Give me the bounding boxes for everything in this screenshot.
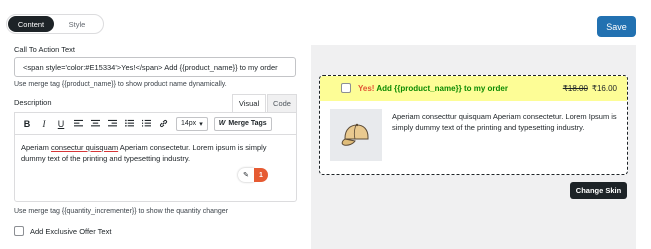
quantity-help: Use merge tag {{quantity_incrementer}} t… [14, 208, 229, 215]
cap-icon [341, 123, 369, 146]
cta-yes: Yes! [358, 84, 375, 93]
link-icon[interactable] [155, 116, 171, 132]
order-bump-header: Yes! Add {{product_name}} to my order ₹1… [320, 76, 627, 101]
merge-tags-logo-icon: W [218, 120, 226, 127]
order-bump-checkbox[interactable] [341, 83, 351, 93]
exclusive-offer-checkbox[interactable] [14, 226, 24, 236]
chevron-down-icon: ▾ [199, 120, 203, 128]
order-bump-cta: Yes! Add {{product_name}} to my order [358, 84, 508, 93]
save-button[interactable]: Save [597, 16, 636, 37]
order-bump-preview: Yes! Add {{product_name}} to my order ₹1… [319, 75, 628, 175]
price-old: ₹18.00 [562, 84, 588, 93]
grammar-count-badge: 1 [254, 168, 268, 182]
preview-panel: Yes! Add {{product_name}} to my order ₹1… [311, 45, 636, 249]
editor-text-underlined: consectur quisquam [51, 143, 119, 152]
tab-style[interactable]: Style [54, 16, 100, 32]
editor-content[interactable]: Aperiam consectur quisquam Aperiam conse… [15, 135, 296, 171]
cta-input[interactable]: <span style='color:#E15334'>Yes!</span> … [14, 57, 296, 77]
bullet-list-icon[interactable] [121, 116, 137, 132]
price-new: ₹16.00 [591, 84, 617, 93]
numbered-list-icon[interactable] [138, 116, 154, 132]
cta-rest: Add {{product_name}} to my order [374, 84, 508, 93]
order-bump-body: Aperiam consecttur quisquam Aperiam cons… [320, 101, 627, 169]
tab-visual[interactable]: Visual [232, 94, 266, 112]
exclusive-offer-label: Add Exclusive Offer Text [30, 227, 112, 236]
editor-text-before: Aperiam [21, 143, 52, 152]
merge-tags-label: Merge Tags [228, 120, 267, 127]
merge-tags-button[interactable]: W Merge Tags [213, 116, 272, 131]
change-skin-button[interactable]: Change Skin [570, 182, 627, 199]
price: ₹18.00 ₹16.00 [563, 84, 617, 93]
view-toggle: Content Style [6, 14, 104, 34]
align-center-icon[interactable] [87, 116, 103, 132]
align-right-icon[interactable] [104, 116, 120, 132]
tab-content[interactable]: Content [8, 16, 54, 32]
cta-help: Use merge tag {{product_name}} to show p… [14, 81, 227, 88]
italic-button[interactable]: I [36, 116, 52, 132]
order-bump-description: Aperiam consecttur quisquam Aperiam cons… [392, 112, 617, 132]
font-size-select[interactable]: 14px ▾ [176, 116, 208, 131]
cta-label: Call To Action Text [14, 45, 76, 54]
description-editor: B I U 14px ▾ W Merge Tags Aperiam consec… [14, 112, 297, 202]
align-left-icon[interactable] [70, 116, 86, 132]
tab-code[interactable]: Code [267, 94, 297, 112]
pen-icon: ✎ [238, 168, 254, 182]
underline-button[interactable]: U [53, 116, 69, 132]
bold-button[interactable]: B [19, 116, 35, 132]
grammar-widget[interactable]: ✎ 1 [238, 168, 268, 182]
description-label: Description [14, 98, 52, 107]
editor-toolbar: B I U 14px ▾ W Merge Tags [15, 113, 296, 135]
product-thumbnail [330, 109, 382, 161]
font-size-value: 14px [181, 120, 197, 127]
